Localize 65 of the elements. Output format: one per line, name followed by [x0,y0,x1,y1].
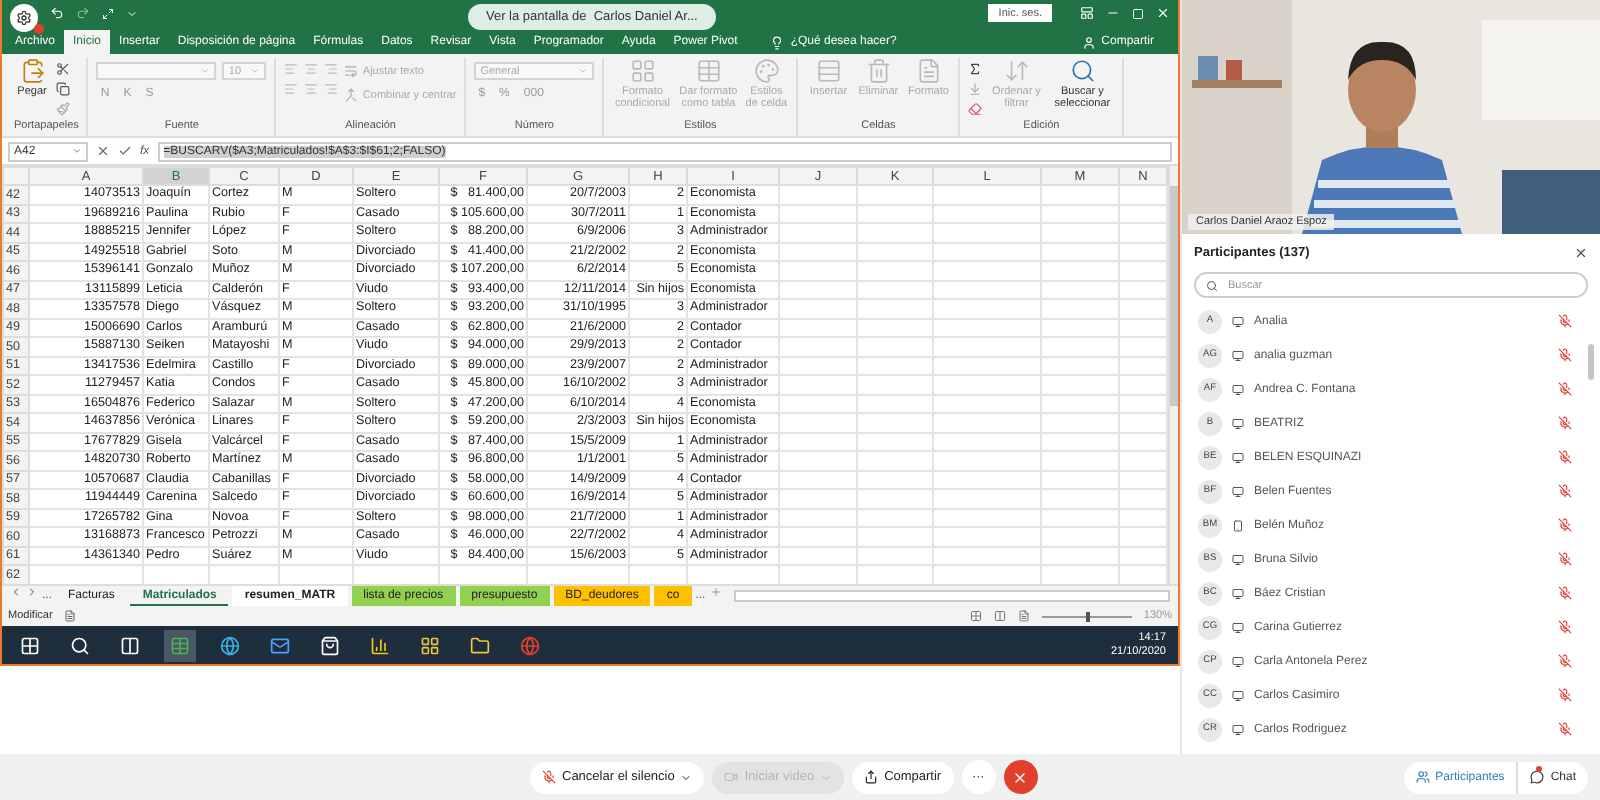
search-icon [1069,58,1096,84]
caret-icon [72,146,82,156]
muted-mic-icon[interactable] [1558,586,1572,600]
trash-icon [865,58,892,84]
eraser-icon[interactable] [968,102,983,116]
previous-icon[interactable] [10,586,22,598]
muted-mic-icon[interactable] [1558,382,1572,396]
undo-icon[interactable] [50,6,64,20]
muted-mic-icon[interactable] [1558,484,1572,498]
lightbulb-icon [770,35,785,49]
caret-icon [250,66,261,76]
caret-icon [680,771,693,783]
grid-icon [629,58,656,84]
muted-mic-icon[interactable] [1558,314,1572,328]
cancel-icon[interactable] [96,144,110,158]
horizontal-scrollbar[interactable] [733,590,1170,602]
close-icon[interactable] [1156,6,1170,20]
person-icon [1081,35,1096,49]
close-button[interactable] [1574,245,1588,259]
sum-icon[interactable] [968,62,983,76]
restore-icon[interactable] [1132,7,1144,19]
page-layout-icon[interactable] [993,610,1006,622]
upload-icon [864,770,879,784]
macro-icon[interactable] [64,610,77,622]
caret-icon [200,66,211,76]
palette-icon [753,58,780,84]
document-icon [915,58,942,84]
merge-icon [344,88,359,102]
settings-icon[interactable] [10,4,38,32]
copy-icon[interactable] [56,82,70,96]
next-icon[interactable] [26,586,38,598]
close-icon [1574,245,1588,259]
muted-mic-icon[interactable] [1558,722,1572,736]
wrap-icon [344,64,359,78]
check-icon[interactable] [118,144,132,158]
normal-view-icon[interactable] [969,610,982,622]
muted-mic-icon[interactable] [1558,654,1572,668]
muted-mic-icon[interactable] [1558,552,1572,566]
caret-icon [820,771,833,783]
caret-icon[interactable] [126,7,138,19]
ribbon-display-icon[interactable] [1080,6,1094,20]
muted-mic-icon[interactable] [1558,450,1572,464]
redo-icon[interactable] [76,6,90,20]
muted-mic-icon[interactable] [1558,416,1572,430]
chat-icon [1530,770,1545,784]
scissors-icon[interactable] [56,62,70,76]
leave-button[interactable] [1003,760,1038,794]
search-icon [1206,279,1218,291]
close-icon [1012,769,1029,785]
camera-icon [724,770,739,784]
muted-mic-icon[interactable] [1558,518,1572,532]
people-icon [1415,770,1430,784]
spreadsheet-icon[interactable] [164,629,196,661]
muted-mic-icon[interactable] [1558,688,1572,702]
muted-mic-icon[interactable] [1558,348,1572,362]
vertical-scrollbar[interactable] [1168,166,1178,584]
minimize-icon[interactable] [1106,6,1120,20]
table-icon [695,58,722,84]
rows-icon [815,58,842,84]
muted-mic-icon[interactable] [1558,620,1572,634]
scrollbar[interactable] [1588,344,1594,380]
sort-icon [1003,58,1030,84]
clipboard-icon [19,58,45,84]
muted-mic-icon [542,770,556,784]
caret-icon [578,66,589,76]
